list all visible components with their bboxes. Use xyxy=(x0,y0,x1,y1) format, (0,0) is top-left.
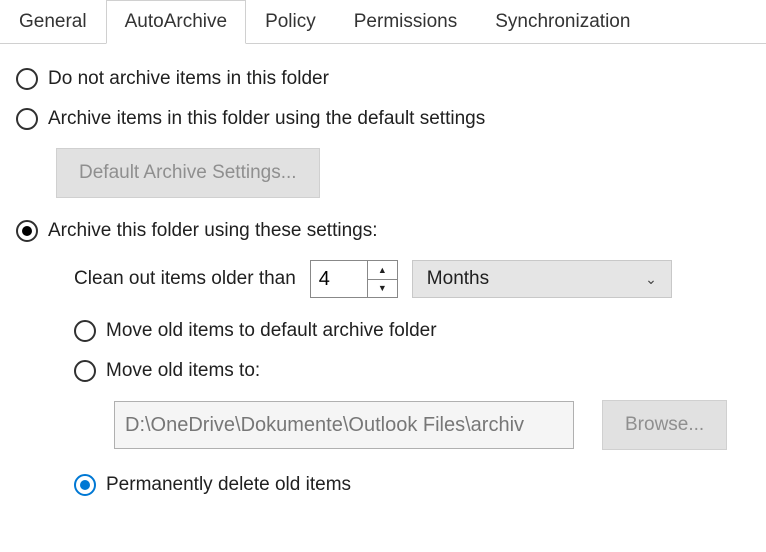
cleanout-value-input[interactable] xyxy=(311,261,367,297)
tab-synchronization[interactable]: Synchronization xyxy=(476,0,649,43)
stepper-up[interactable]: ▲ xyxy=(368,261,397,279)
stepper-down[interactable]: ▼ xyxy=(368,279,397,298)
cleanout-label: Clean out items older than xyxy=(74,268,296,290)
label-perm-delete: Permanently delete old items xyxy=(106,474,351,496)
archive-path-value: D:\OneDrive\Dokumente\Outlook Files\arch… xyxy=(125,414,524,437)
radio-use-these-settings[interactable] xyxy=(16,220,38,242)
tab-label: Policy xyxy=(265,11,316,33)
radio-move-default[interactable] xyxy=(74,320,96,342)
radio-use-default[interactable] xyxy=(16,108,38,130)
cleanout-unit-select[interactable]: Months ⌄ xyxy=(412,260,672,298)
radio-move-to[interactable] xyxy=(74,360,96,382)
tab-autoarchive[interactable]: AutoArchive xyxy=(106,0,246,44)
tab-permissions[interactable]: Permissions xyxy=(335,0,476,43)
label-use-these-settings: Archive this folder using these settings… xyxy=(48,220,378,242)
tab-label: Permissions xyxy=(354,11,457,33)
label-move-to: Move old items to: xyxy=(106,360,260,382)
tab-general[interactable]: General xyxy=(0,0,106,43)
cleanout-unit-value: Months xyxy=(427,268,489,290)
stepper-buttons: ▲ ▼ xyxy=(367,261,397,297)
tab-label: Synchronization xyxy=(495,11,630,33)
label-do-not-archive: Do not archive items in this folder xyxy=(48,68,329,90)
browse-button[interactable]: Browse... xyxy=(602,400,727,450)
chevron-down-icon: ⌄ xyxy=(645,271,657,288)
autoarchive-panel: Do not archive items in this folder Arch… xyxy=(0,44,766,538)
tab-policy[interactable]: Policy xyxy=(246,0,335,43)
archive-path-input[interactable]: D:\OneDrive\Dokumente\Outlook Files\arch… xyxy=(114,401,574,449)
radio-perm-delete[interactable] xyxy=(74,474,96,496)
radio-do-not-archive[interactable] xyxy=(16,68,38,90)
default-archive-settings-button[interactable]: Default Archive Settings... xyxy=(56,148,320,198)
label-use-default: Archive items in this folder using the d… xyxy=(48,108,485,130)
label-move-default: Move old items to default archive folder xyxy=(106,320,437,342)
tab-label: AutoArchive xyxy=(125,11,227,33)
cleanout-stepper: ▲ ▼ xyxy=(310,260,398,298)
tab-bar: General AutoArchive Policy Permissions S… xyxy=(0,0,766,44)
tab-label: General xyxy=(19,11,87,33)
